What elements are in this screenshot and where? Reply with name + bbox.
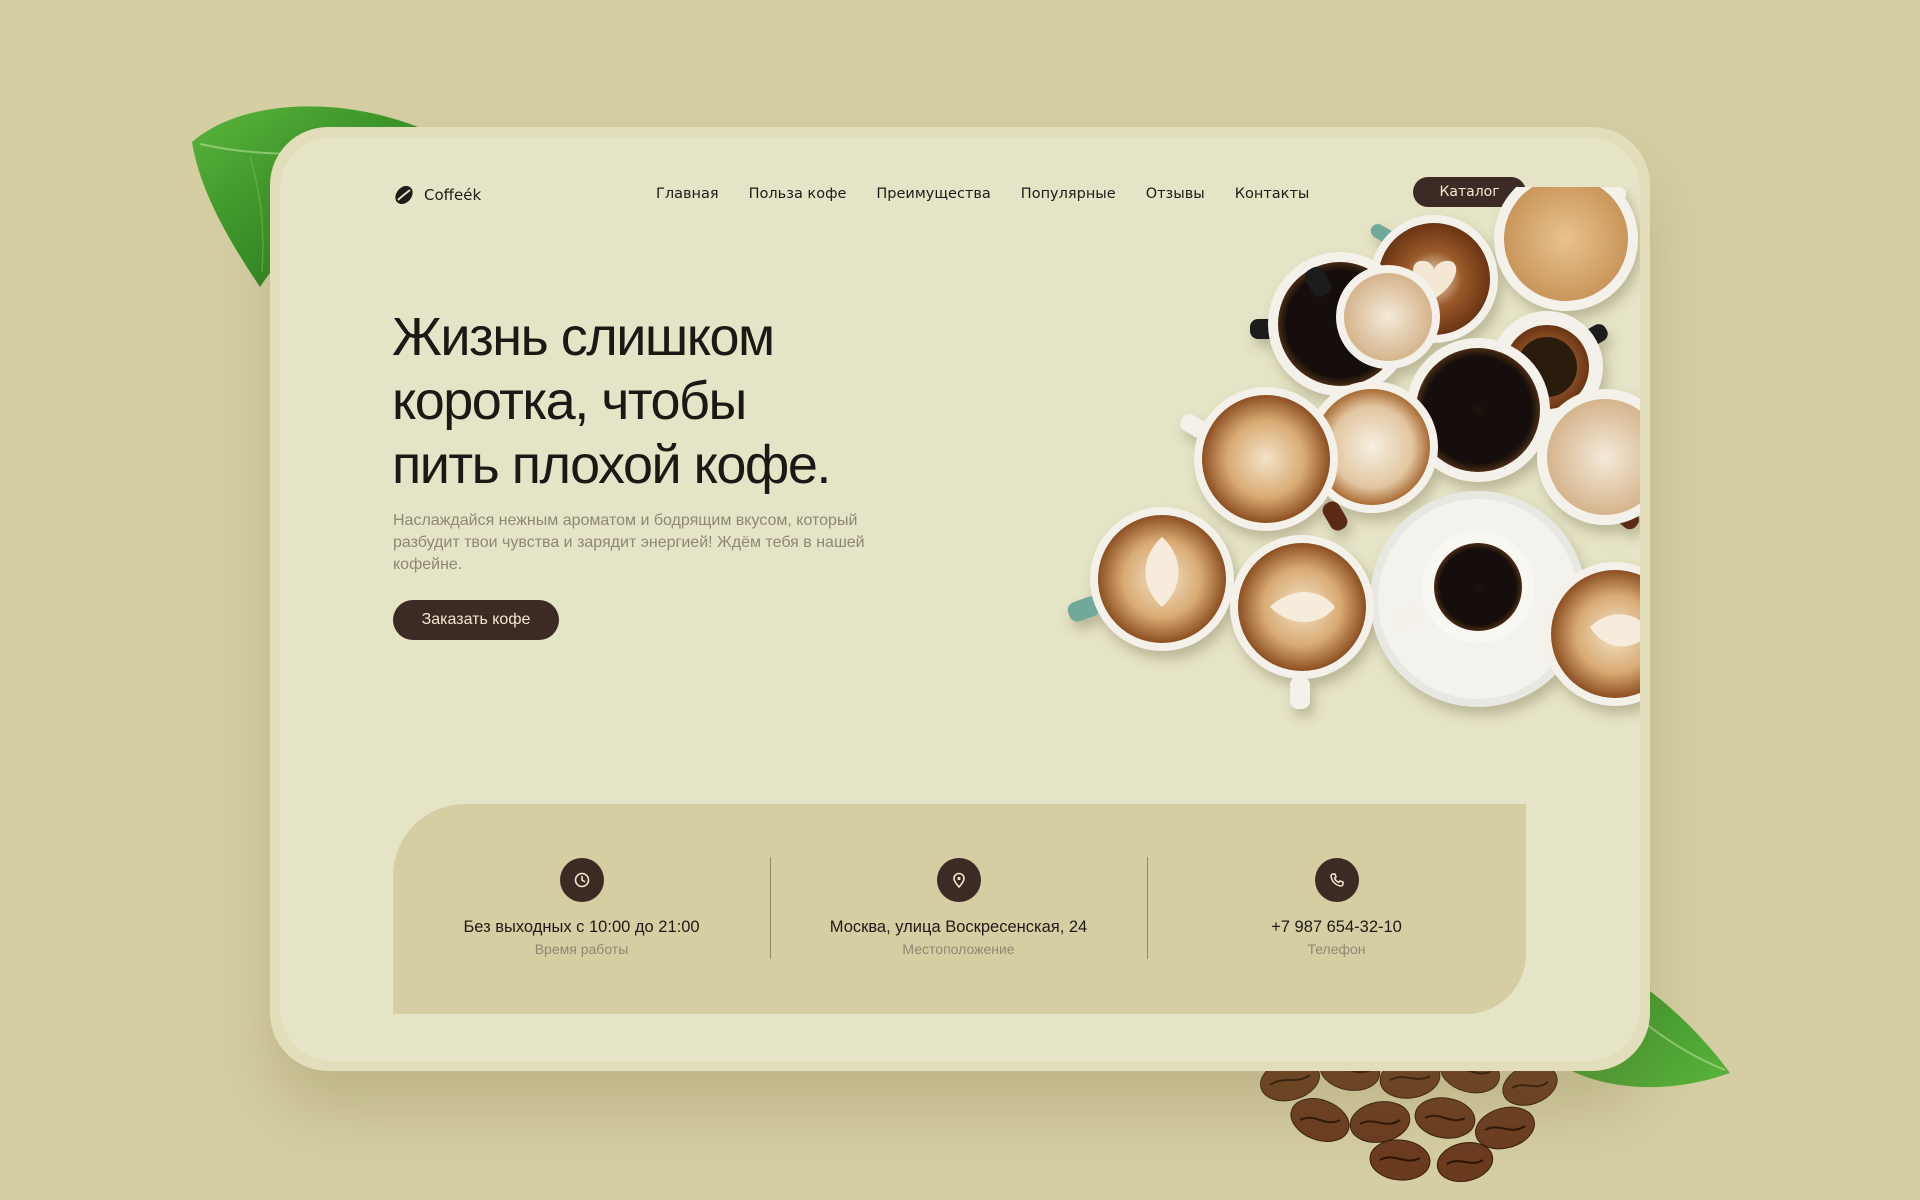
location-pin-icon (952, 872, 965, 889)
phone-icon-badge (1314, 858, 1359, 902)
info-working-hours: Без выходных с 10:00 до 21:00 Время рабо… (393, 804, 770, 1014)
info-location: Москва, улица Воскресенская, 24 Местопол… (770, 804, 1147, 1014)
logo[interactable]: Coffeék (393, 184, 481, 206)
clock-icon-badge (559, 858, 604, 902)
landing-card: Coffeék Главная Польза кофе Преимущества… (280, 137, 1640, 1061)
phone-value[interactable]: +7 987 654-32-10 (1271, 918, 1402, 937)
clock-icon (574, 872, 589, 888)
phone-label: Телефон (1307, 941, 1366, 957)
nav-item-benefits[interactable]: Польза кофе (749, 186, 847, 202)
location-value: Москва, улица Воскресенская, 24 (829, 918, 1088, 936)
location-pin-icon-badge (936, 858, 981, 902)
order-coffee-button[interactable]: Заказать кофе (393, 600, 559, 640)
hero-title: Жизнь слишком коротка, чтобы пить плохой… (392, 305, 952, 497)
location-label: Местоположение (902, 941, 1015, 957)
phone-icon (1329, 873, 1344, 887)
nav-item-home[interactable]: Главная (656, 186, 719, 202)
hero-title-line-1: Жизнь слишком (392, 307, 775, 367)
info-phone: +7 987 654-32-10 Телефон (1147, 804, 1526, 1014)
hero-title-line-2: коротка, чтобы (392, 371, 747, 431)
brand-name: Coffeék (424, 186, 482, 204)
info-panel: Без выходных с 10:00 до 21:00 Время рабо… (393, 804, 1526, 1014)
working-hours-label: Время работы (534, 941, 629, 957)
coffee-bean-icon (395, 185, 413, 205)
hero-description: Наслаждайся нежным ароматом и бодрящим в… (393, 512, 865, 573)
page: Coffeék Главная Польза кофе Преимущества… (0, 0, 1920, 1200)
coffee-cups-image (1067, 187, 1640, 709)
hero-title-line-3: пить плохой кофе. (392, 435, 831, 495)
working-hours-value: Без выходных с 10:00 до 21:00 (463, 918, 700, 936)
